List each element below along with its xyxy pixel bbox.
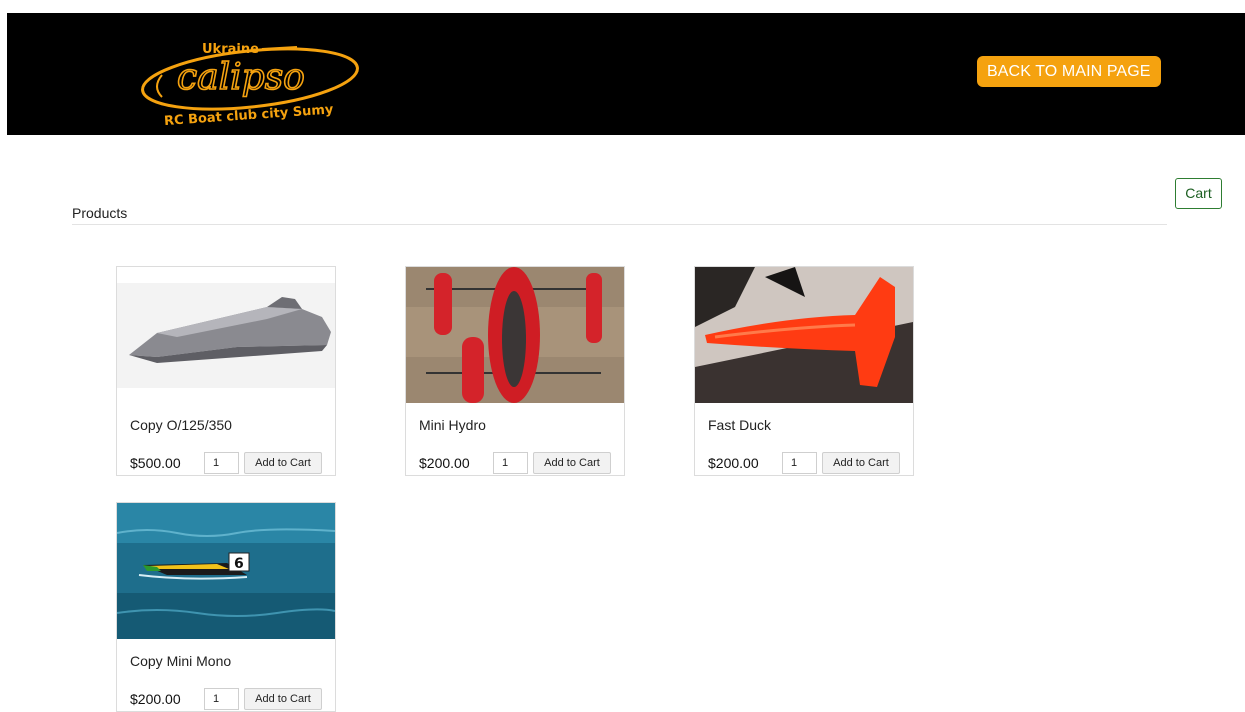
calipso-logo[interactable]: Ukraine calipso RC Boat club city Sumy bbox=[132, 27, 367, 127]
quantity-input[interactable]: 1 bbox=[204, 452, 239, 474]
add-to-cart-button[interactable]: Add to Cart bbox=[822, 452, 900, 474]
product-card: Mini Hydro $200.00 1 Add to Cart bbox=[405, 266, 625, 476]
quantity-input[interactable]: 1 bbox=[493, 452, 528, 474]
quantity-input[interactable]: 1 bbox=[204, 688, 239, 710]
section-title: Products bbox=[72, 205, 128, 221]
back-to-main-page-button[interactable]: BACK TO MAIN PAGE bbox=[977, 56, 1161, 87]
product-price: $200.00 bbox=[130, 691, 181, 707]
product-name: Copy Mini Mono bbox=[130, 653, 232, 669]
svg-text:6: 6 bbox=[234, 556, 244, 572]
product-image-grey-hull[interactable] bbox=[117, 267, 335, 403]
add-to-cart-button[interactable]: Add to Cart bbox=[533, 452, 611, 474]
cart-button[interactable]: Cart bbox=[1175, 178, 1222, 209]
add-to-cart-button[interactable]: Add to Cart bbox=[244, 452, 322, 474]
product-image-red-hydro[interactable] bbox=[406, 267, 624, 403]
site-header: Ukraine calipso RC Boat club city Sumy B… bbox=[7, 13, 1245, 135]
product-name: Copy O/125/350 bbox=[130, 417, 232, 433]
logo-brand-text: calipso bbox=[177, 57, 305, 98]
quantity-input[interactable]: 1 bbox=[782, 452, 817, 474]
product-price: $200.00 bbox=[419, 455, 470, 471]
product-name: Mini Hydro bbox=[419, 417, 486, 433]
product-price: $200.00 bbox=[708, 455, 759, 471]
product-image-orange-duck[interactable] bbox=[695, 267, 913, 403]
logo-top-text: Ukraine bbox=[202, 42, 259, 57]
product-card: Fast Duck $200.00 1 Add to Cart bbox=[694, 266, 914, 476]
section-divider bbox=[72, 224, 1167, 225]
product-card: 6 Copy Mini Mono $200.00 1 Add to Cart bbox=[116, 502, 336, 712]
product-image-boat-on-water[interactable]: 6 bbox=[117, 503, 335, 639]
product-price: $500.00 bbox=[130, 455, 181, 471]
add-to-cart-button[interactable]: Add to Cart bbox=[244, 688, 322, 710]
product-card: Copy O/125/350 $500.00 1 Add to Cart bbox=[116, 266, 336, 476]
product-name: Fast Duck bbox=[708, 417, 772, 433]
